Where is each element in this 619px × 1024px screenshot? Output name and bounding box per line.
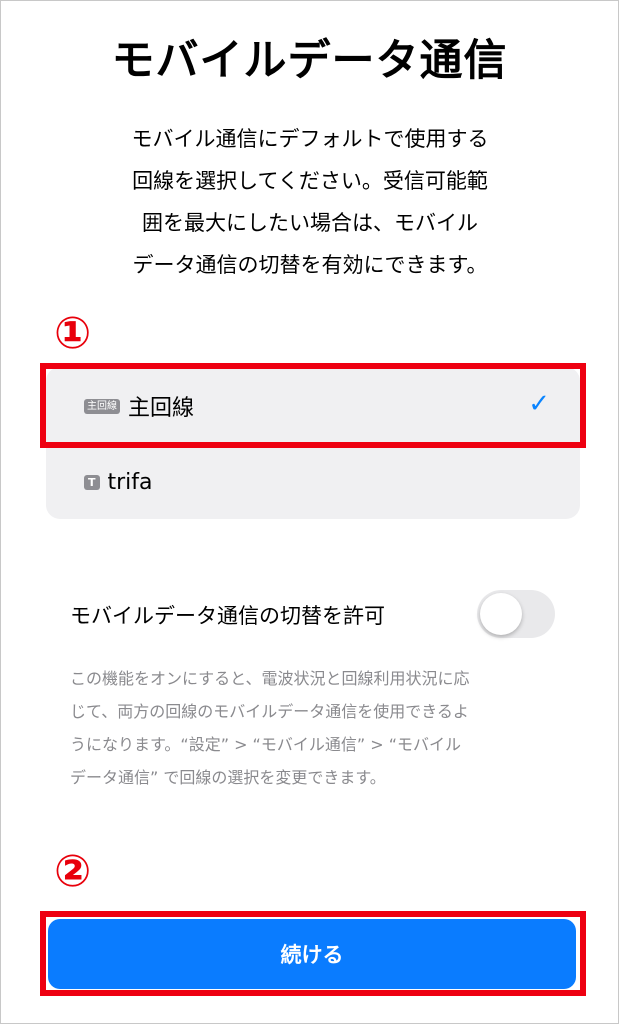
trifa-line-badge: T [84, 474, 100, 490]
highlight-box-continue [40, 911, 586, 996]
line-option-trifa[interactable]: T trifa [46, 447, 580, 517]
switching-label: モバイルデータ通信の切替を許可 [70, 604, 385, 628]
highlight-box-main-line [40, 363, 586, 448]
description-text: モバイル通信にデフォルトで使用する 回線を選択してください。受信可能範 囲を最大… [131, 127, 489, 277]
line-label-trifa: trifa [107, 469, 153, 495]
step-1-marker: ① [54, 308, 92, 359]
toggle-knob [480, 593, 522, 635]
page-title: モバイルデータ通信 [111, 36, 508, 86]
switching-toggle[interactable] [477, 590, 555, 638]
switching-row: モバイルデータ通信の切替を許可 [70, 590, 555, 640]
step-2-marker: ② [54, 846, 92, 897]
switching-note: この機能をオンにすると、電波状況と回線利用状況に応 じて、両方の回線のモバイルデ… [70, 669, 470, 787]
